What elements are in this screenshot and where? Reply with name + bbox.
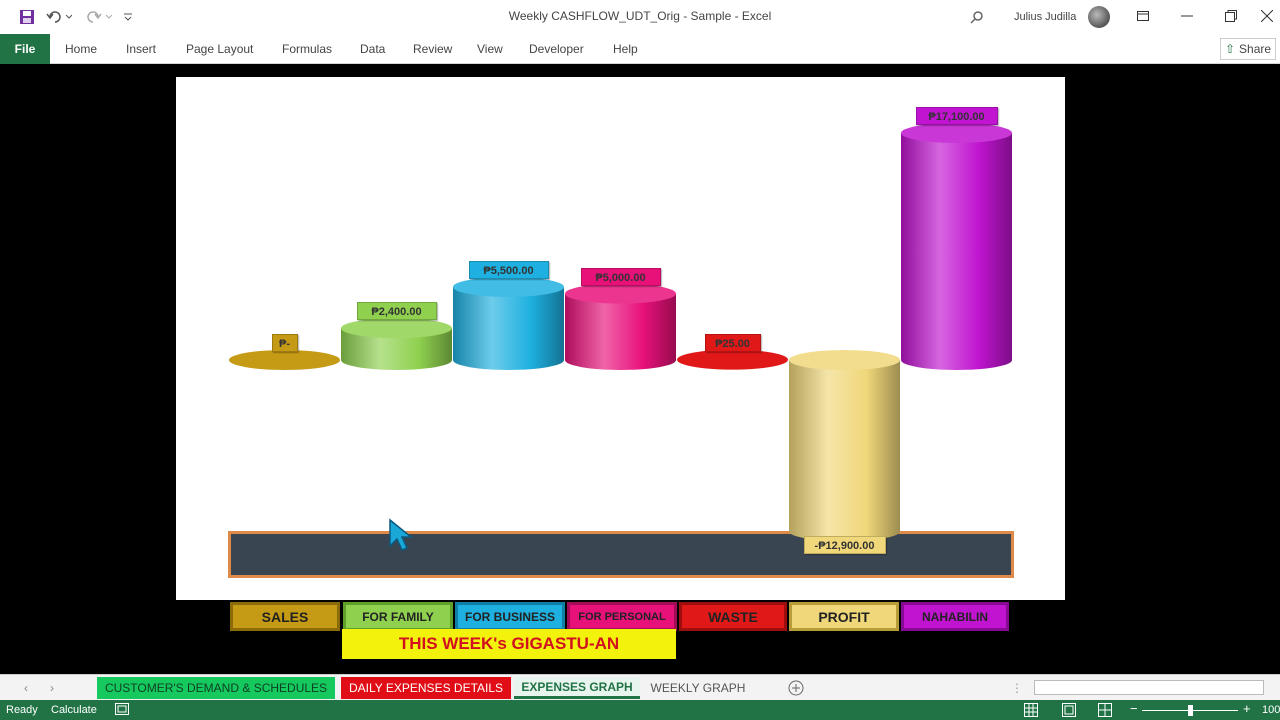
user-name[interactable]: Julius Judilla	[1014, 11, 1076, 23]
tab-daily-expenses[interactable]: DAILY EXPENSES DETAILS	[341, 677, 511, 699]
bar-for-personal[interactable]	[565, 283, 676, 370]
legend-profit[interactable]: PROFIT	[789, 602, 899, 631]
status-ready: Ready	[6, 704, 38, 716]
share-icon: ⇧	[1224, 42, 1236, 56]
bar-top-nahabilin	[901, 123, 1012, 143]
close-icon[interactable]	[1256, 6, 1278, 26]
mouse-cursor-icon	[389, 518, 414, 551]
normal-view-icon[interactable]	[1024, 703, 1038, 720]
legend-nahabilin[interactable]: NAHABILIN	[901, 602, 1009, 631]
tab-view[interactable]: View	[477, 42, 503, 56]
ribbon-tabs: File Home Insert Page Layout Formulas Da…	[0, 34, 1280, 64]
horizontal-scrollbar[interactable]	[1034, 680, 1264, 695]
status-calculate[interactable]: Calculate	[51, 704, 97, 716]
tab-formulas[interactable]: Formulas	[282, 42, 332, 56]
tab-page-layout[interactable]: Page Layout	[186, 42, 253, 56]
bar-for-family[interactable]	[341, 318, 452, 370]
share-label: Share	[1239, 42, 1272, 56]
zoom-in-icon[interactable]: +	[1243, 701, 1251, 716]
data-label-nahabilin: ₱17,100.00	[915, 107, 998, 125]
share-button[interactable]: ⇧ Share	[1220, 38, 1276, 60]
bar-body-for-business	[453, 286, 564, 370]
bar-body-for-personal	[565, 293, 676, 370]
add-sheet-icon[interactable]	[786, 677, 806, 699]
bar-waste[interactable]	[677, 349, 788, 370]
bar-top-for-family	[341, 318, 452, 339]
legend-for-family[interactable]: FOR FAMILY	[343, 602, 453, 631]
avatar[interactable]	[1088, 6, 1110, 28]
legend-sales[interactable]: SALES	[230, 602, 340, 631]
legend-waste[interactable]: WASTE	[679, 602, 787, 631]
week-banner: THIS WEEK's GIGASTU-AN	[342, 629, 676, 659]
tab-weekly-graph[interactable]: WEEKLY GRAPH	[646, 677, 750, 699]
tab-expenses-graph[interactable]: EXPENSES GRAPH	[514, 677, 640, 699]
data-label-for-personal: ₱5,000.00	[580, 267, 661, 286]
scroll-next-sheet-icon[interactable]: ›	[44, 677, 60, 699]
sheet-tab-bar: ‹ › CUSTOMER'S DEMAND & SCHEDULES DAILY …	[0, 674, 1280, 700]
minimize-icon[interactable]	[1176, 6, 1198, 26]
tab-customers-demand[interactable]: CUSTOMER'S DEMAND & SCHEDULES	[97, 677, 335, 699]
bar-body-nahabilin	[901, 133, 1012, 370]
bar-top-profit	[789, 350, 900, 370]
legend-for-business[interactable]: FOR BUSINESS	[455, 602, 565, 631]
bar-body-profit	[789, 360, 900, 542]
zoom-out-icon[interactable]: −	[1130, 701, 1138, 716]
bar-sales[interactable]	[229, 350, 340, 370]
tab-help[interactable]: Help	[613, 42, 638, 56]
page-break-view-icon[interactable]	[1098, 703, 1112, 720]
restore-icon[interactable]	[1220, 6, 1242, 26]
tab-developer[interactable]: Developer	[529, 42, 584, 56]
tab-data[interactable]: Data	[360, 42, 385, 56]
data-label-for-business: ₱5,500.00	[468, 260, 549, 279]
ribbon-display-icon[interactable]	[1132, 6, 1154, 26]
bar-profit[interactable]	[789, 350, 900, 542]
file-tab[interactable]: File	[0, 34, 50, 64]
data-label-for-family: ₱2,400.00	[356, 302, 437, 321]
macro-record-icon[interactable]	[115, 703, 129, 718]
expenses-chart[interactable]: ₱- ₱2,400.00 ₱5,500.00 ₱5,000.00 ₱25.00 -₱12,…	[176, 77, 1065, 600]
data-label-sales: ₱-	[271, 334, 298, 352]
zoom-level[interactable]: 100	[1262, 704, 1280, 716]
chart-plot	[229, 123, 1012, 542]
scrollbar-splitter-icon[interactable]: ⋮	[1011, 677, 1023, 699]
bar-top-for-personal	[565, 283, 676, 304]
scroll-prev-sheet-icon[interactable]: ‹	[18, 677, 34, 699]
bar-nahabilin[interactable]	[901, 123, 1012, 370]
tab-insert[interactable]: Insert	[126, 42, 156, 56]
tab-home[interactable]: Home	[65, 42, 97, 56]
title-bar: Weekly CASHFLOW_UDT_Orig - Sample - Exce…	[0, 0, 1280, 34]
search-icon[interactable]	[968, 7, 986, 27]
data-label-profit: -₱12,900.00	[803, 536, 886, 555]
data-label-waste: ₱25.00	[704, 333, 761, 352]
bar-top-sales	[229, 350, 340, 370]
zoom-slider-thumb[interactable]	[1188, 705, 1193, 716]
page-layout-view-icon[interactable]	[1062, 703, 1076, 720]
legend-for-personal[interactable]: FOR PERSONAL	[567, 602, 677, 631]
tab-review[interactable]: Review	[413, 42, 452, 56]
bar-top-for-business	[453, 276, 564, 297]
bar-for-business[interactable]	[453, 276, 564, 370]
status-bar: Ready Calculate − + 100	[0, 700, 1280, 720]
bar-top-waste	[677, 349, 788, 370]
